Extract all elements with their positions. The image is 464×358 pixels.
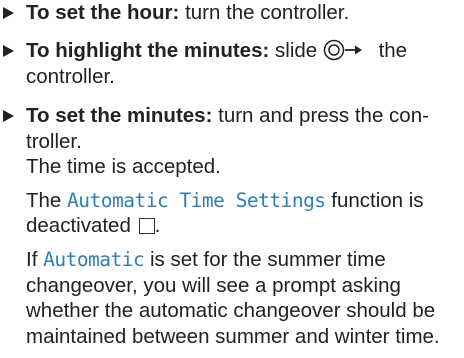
menu-item-automatic: Automatic (43, 247, 145, 271)
step-label: To set the minutes: (26, 104, 213, 127)
step-set-hour: To set the hour: turn the controller. (0, 0, 458, 26)
instruction-page: To set the hour: turn the controller. To… (0, 0, 464, 358)
step-result: The time is accepted. (26, 155, 221, 179)
step-text-before: slide (269, 39, 323, 62)
note-text: If (26, 247, 44, 271)
step-text: turn the controller. (179, 1, 350, 24)
controller-slide-right-icon (323, 39, 362, 61)
note-text: . (154, 214, 161, 238)
step-highlight-minutes: To highlight the minutes: slide the cont… (0, 38, 458, 89)
note-text: The (26, 188, 68, 212)
step-label: To highlight the minutes: (26, 39, 270, 62)
step-set-minutes: To set the minutes: turn and press the c… (0, 103, 458, 349)
step-arrow-icon (3, 7, 14, 19)
unchecked-checkbox-icon (138, 218, 155, 235)
step-note-automatic-time: The Automatic Time Settings function is … (26, 188, 458, 239)
step-arrow-icon (3, 110, 14, 122)
step-arrow-icon (3, 45, 14, 57)
step-label: To set the hour: (26, 1, 180, 24)
step-note-summer-time: If Automatic is set for the summer time … (26, 247, 458, 349)
menu-item-automatic-time-settings: Automatic Time Settings (67, 188, 326, 212)
step-main: To set the minutes: turn and press the c… (26, 103, 458, 154)
